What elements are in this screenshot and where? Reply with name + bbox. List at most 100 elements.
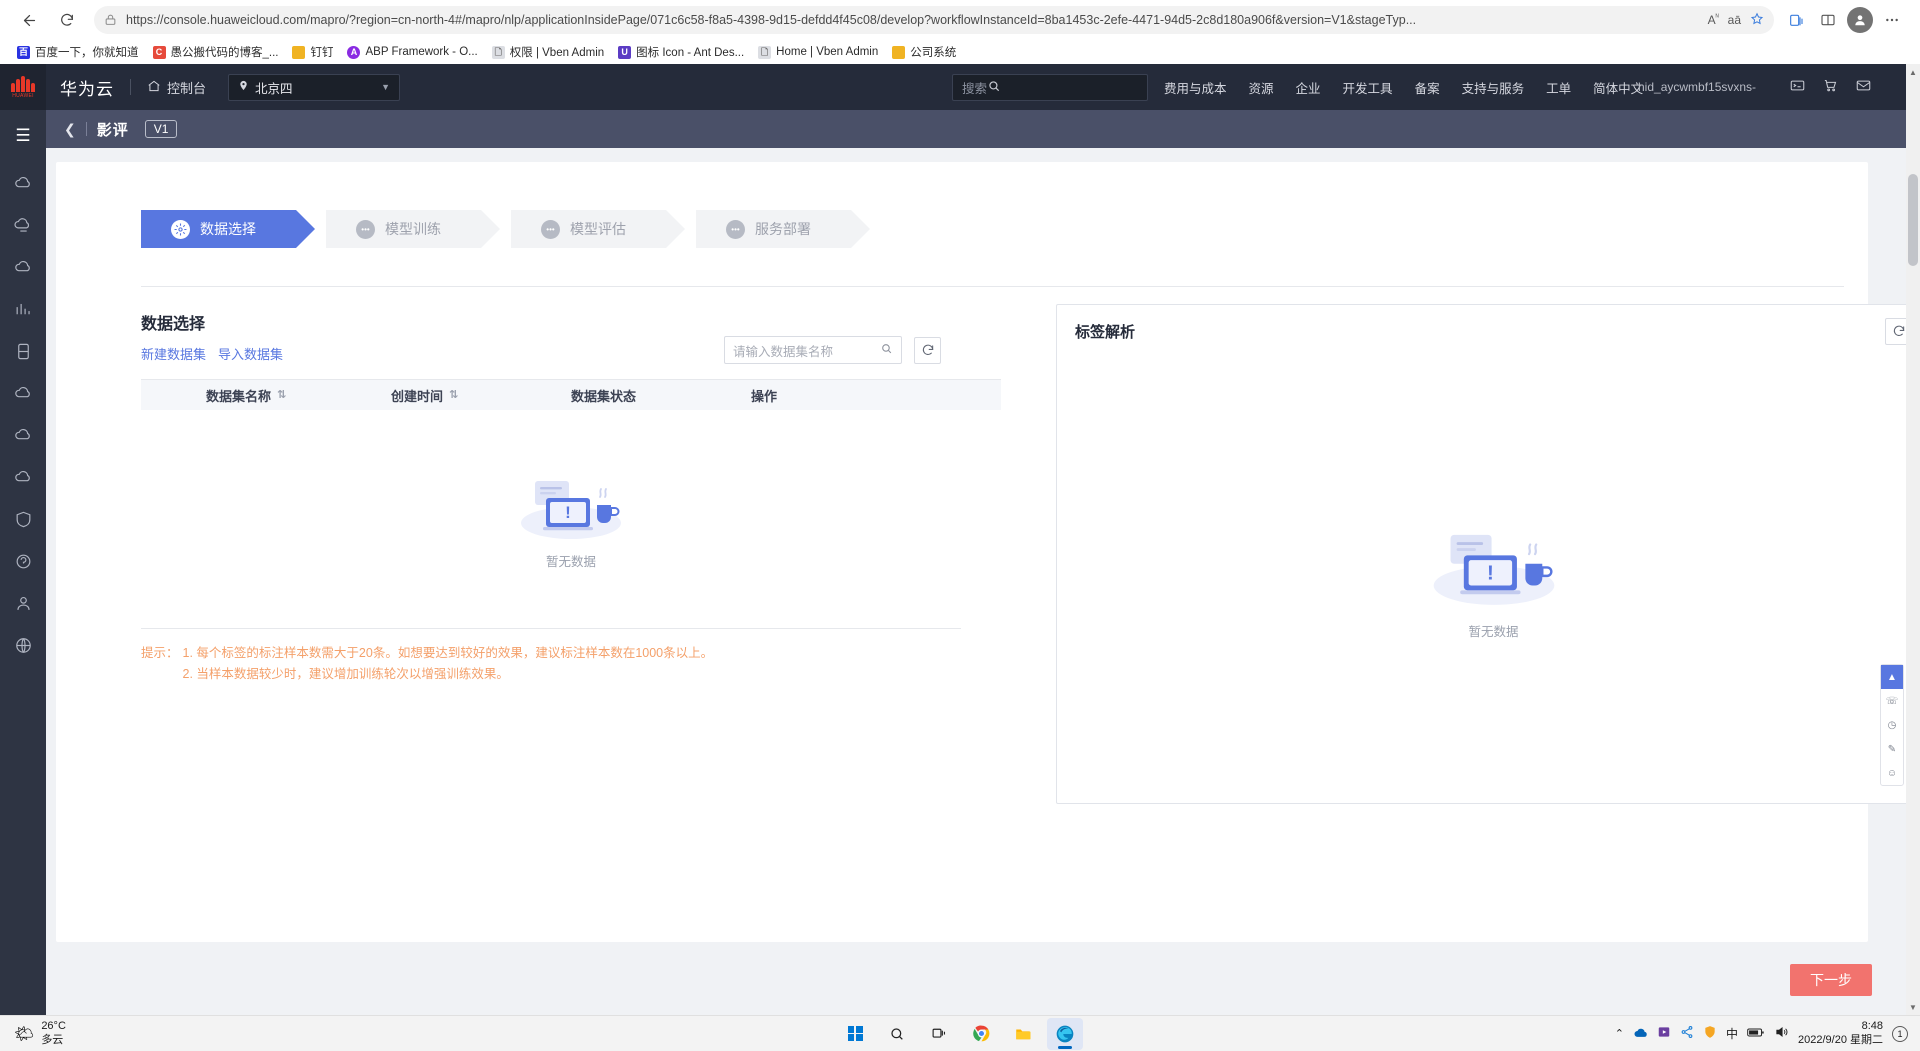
weather-widget[interactable]: 🌤 26°C 多云 bbox=[0, 1020, 180, 1048]
scrollbar-thumb[interactable] bbox=[1908, 174, 1918, 266]
cart-icon[interactable] bbox=[1823, 78, 1838, 96]
scroll-down-arrow[interactable]: ▼ bbox=[1906, 999, 1920, 1015]
reload-icon[interactable] bbox=[52, 5, 82, 35]
read-aloud-icon[interactable]: Aᴺ bbox=[1708, 13, 1719, 27]
workflow-stepper: 数据选择 ••• 模型训练 ••• 模型评估 ••• 服务 bbox=[141, 210, 851, 248]
terminal-icon[interactable] bbox=[1790, 78, 1805, 96]
task-view-button[interactable] bbox=[921, 1018, 957, 1050]
address-bar[interactable]: https://console.huaweicloud.com/mapro/?r… bbox=[94, 6, 1774, 34]
chevron-up-icon[interactable]: ⌃ bbox=[1615, 1027, 1624, 1040]
next-step-button[interactable]: 下一步 bbox=[1790, 964, 1872, 996]
sort-icon[interactable]: ⇅ bbox=[277, 391, 286, 400]
column-dataset-name[interactable]: 数据集名称 ⇅ bbox=[141, 386, 391, 405]
security-icon[interactable] bbox=[10, 506, 36, 532]
menu-item-resources[interactable]: 资源 bbox=[1249, 78, 1274, 97]
bookmark-item[interactable]: 公司系统 bbox=[885, 42, 963, 62]
clock-icon[interactable]: ◷ bbox=[1881, 713, 1903, 737]
service-icon-1[interactable] bbox=[10, 170, 36, 196]
column-create-time[interactable]: 创建时间 ⇅ bbox=[391, 386, 571, 405]
bookmark-item[interactable]: C 愚公搬代码的博客_... bbox=[146, 42, 286, 62]
bookmark-item[interactable]: 钉钉 bbox=[285, 42, 340, 62]
ime-cn-icon[interactable]: 中 bbox=[1726, 1025, 1738, 1042]
media-icon[interactable] bbox=[1657, 1025, 1671, 1042]
bookmark-favicon: A bbox=[347, 46, 360, 59]
bookmark-label: Home | Vben Admin bbox=[776, 46, 878, 58]
star-icon[interactable] bbox=[1750, 12, 1764, 29]
battery-icon[interactable] bbox=[1747, 1027, 1765, 1041]
split-screen-icon[interactable] bbox=[1814, 6, 1842, 34]
step-data-selection[interactable]: 数据选择 bbox=[141, 210, 296, 248]
notification-badge[interactable]: 1 bbox=[1892, 1026, 1908, 1042]
chrome-taskbar-button[interactable] bbox=[963, 1018, 999, 1050]
more-settings-icon[interactable] bbox=[1878, 6, 1906, 34]
hint-item: 2. 当样本数据较少时，建议增加训练轮次以增强训练效果。 bbox=[183, 664, 714, 685]
search-icon[interactable] bbox=[880, 342, 893, 358]
bookmark-item[interactable]: 百 百度一下，你就知道 bbox=[10, 42, 146, 62]
smile-icon[interactable]: ☺ bbox=[1881, 761, 1903, 785]
taskbar-clock[interactable]: 8:48 2022/9/20 星期二 bbox=[1798, 1020, 1883, 1048]
globe-icon[interactable] bbox=[10, 632, 36, 658]
menu-item-devtools[interactable]: 开发工具 bbox=[1343, 78, 1393, 97]
label-analysis-header: 标签解析 bbox=[1057, 305, 1920, 357]
service-icon-2[interactable] bbox=[10, 212, 36, 238]
edit-icon[interactable]: ✎ bbox=[1881, 737, 1903, 761]
create-dataset-link[interactable]: 新建数据集 bbox=[141, 344, 206, 363]
sort-icon[interactable]: ⇅ bbox=[449, 391, 458, 400]
search-icon[interactable] bbox=[987, 79, 1001, 96]
huawei-global-header: HUAWEI 华为云 控制台 北京四 ▼ 搜索 bbox=[0, 64, 1920, 110]
step-service-deployment[interactable]: ••• 服务部署 bbox=[696, 210, 851, 248]
menu-item-icp[interactable]: 备案 bbox=[1415, 78, 1440, 97]
menu-item-cost[interactable]: 费用与成本 bbox=[1164, 78, 1227, 97]
service-icon-5[interactable] bbox=[10, 422, 36, 448]
service-icon-6[interactable] bbox=[10, 464, 36, 490]
analytics-icon[interactable] bbox=[10, 296, 36, 322]
page-scrollbar[interactable]: ▲ ▼ bbox=[1906, 64, 1920, 1015]
onedrive-icon[interactable] bbox=[1633, 1026, 1648, 1042]
step-model-training[interactable]: ••• 模型训练 bbox=[326, 210, 481, 248]
brand-label: 华为云 bbox=[60, 75, 114, 100]
menu-item-tickets[interactable]: 工单 bbox=[1546, 78, 1571, 97]
region-selector[interactable]: 北京四 ▼ bbox=[228, 74, 400, 101]
mail-icon[interactable] bbox=[1856, 78, 1871, 96]
step-model-evaluation[interactable]: ••• 模型评估 bbox=[511, 210, 666, 248]
menu-item-enterprise[interactable]: 企业 bbox=[1296, 78, 1321, 97]
back-arrow-icon[interactable] bbox=[14, 5, 44, 35]
bookmark-item[interactable]: A ABP Framework - O... bbox=[340, 44, 484, 61]
menu-toggle-icon[interactable]: ☰ bbox=[0, 118, 46, 154]
feedback-top-icon[interactable]: ▲ bbox=[1881, 665, 1903, 689]
menu-item-language[interactable]: 简体中文 bbox=[1593, 78, 1643, 97]
bookmark-item[interactable]: 🗋 权限 | Vben Admin bbox=[485, 42, 611, 62]
volume-icon[interactable] bbox=[1774, 1025, 1789, 1042]
headset-icon[interactable]: ☏ bbox=[1881, 689, 1903, 713]
edge-taskbar-button[interactable] bbox=[1047, 1018, 1083, 1050]
share-icon[interactable] bbox=[1680, 1025, 1694, 1042]
account-label[interactable]: hid_aycwmbf15svxns- bbox=[1638, 80, 1756, 94]
support-icon[interactable] bbox=[10, 548, 36, 574]
collections-icon[interactable] bbox=[1782, 6, 1810, 34]
global-search-input[interactable]: 搜索 bbox=[952, 74, 1148, 101]
dataset-search-input[interactable]: 请输入数据集名称 bbox=[724, 336, 902, 364]
no-data-illustration: ! bbox=[513, 465, 629, 547]
start-button[interactable] bbox=[837, 1018, 873, 1050]
bookmark-favicon: 百 bbox=[17, 46, 30, 59]
huawei-logo-icon[interactable]: HUAWEI bbox=[0, 64, 46, 110]
search-taskbar-button[interactable] bbox=[879, 1018, 915, 1050]
weather-condition: 多云 bbox=[41, 1034, 66, 1048]
console-link[interactable]: 控制台 bbox=[147, 78, 206, 97]
dataset-refresh-button[interactable] bbox=[914, 337, 941, 364]
import-dataset-link[interactable]: 导入数据集 bbox=[218, 344, 283, 363]
user-icon[interactable] bbox=[10, 590, 36, 616]
shield-icon[interactable] bbox=[1703, 1025, 1717, 1042]
explorer-taskbar-button[interactable] bbox=[1005, 1018, 1041, 1050]
translate-icon[interactable]: aā bbox=[1728, 13, 1741, 27]
database-icon[interactable] bbox=[10, 338, 36, 364]
chevron-left-icon[interactable]: ❮ bbox=[64, 121, 76, 138]
service-icon-3[interactable] bbox=[10, 254, 36, 280]
menu-item-support[interactable]: 支持与服务 bbox=[1462, 78, 1525, 97]
windows-taskbar: 🌤 26°C 多云 bbox=[0, 1015, 1920, 1051]
bookmark-item[interactable]: U 图标 Icon - Ant Des... bbox=[611, 42, 751, 62]
scroll-up-arrow[interactable]: ▲ bbox=[1906, 64, 1920, 80]
profile-avatar-icon[interactable] bbox=[1846, 6, 1874, 34]
bookmark-item[interactable]: 🗋 Home | Vben Admin bbox=[751, 44, 885, 61]
service-icon-4[interactable] bbox=[10, 380, 36, 406]
